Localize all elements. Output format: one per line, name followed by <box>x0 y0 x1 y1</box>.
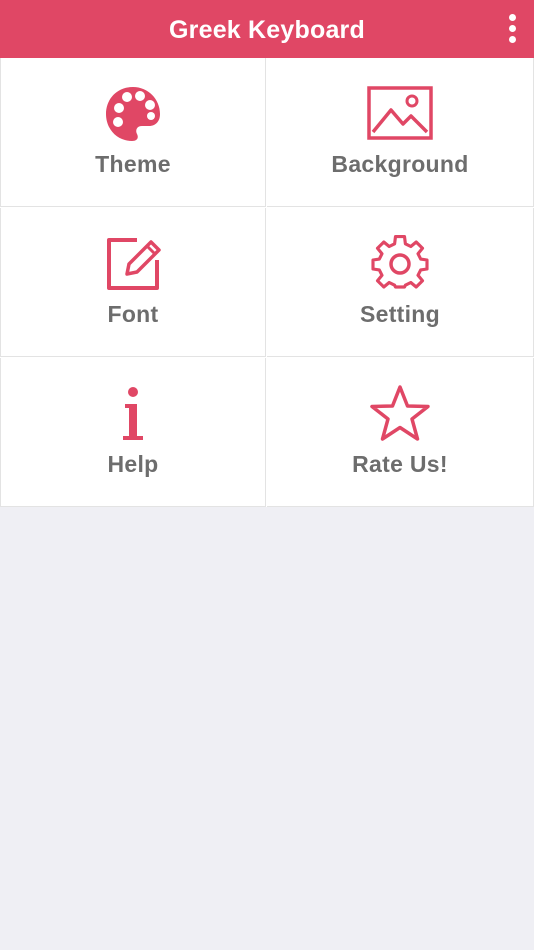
star-icon <box>267 384 533 444</box>
rate-tile[interactable]: Rate Us! <box>267 358 534 507</box>
help-label: Help <box>107 451 159 477</box>
menu-grid: Theme Background Font Setting Help Rate … <box>0 58 534 507</box>
font-tile[interactable]: Font <box>0 208 266 357</box>
image-icon <box>267 84 533 144</box>
setting-label: Setting <box>359 301 441 327</box>
more-vert-icon[interactable] <box>504 10 520 48</box>
theme-tile[interactable]: Theme <box>0 58 266 207</box>
gear-icon <box>267 234 533 294</box>
help-tile[interactable]: Help <box>0 358 266 507</box>
palette-icon <box>1 84 265 144</box>
info-icon <box>1 384 265 444</box>
theme-label: Theme <box>95 151 171 177</box>
rate-label: Rate Us! <box>352 451 448 477</box>
setting-tile[interactable]: Setting <box>267 208 534 357</box>
background-tile[interactable]: Background <box>267 58 534 207</box>
background-label: Background <box>331 151 469 177</box>
app-title: Greek Keyboard <box>169 16 365 44</box>
app-bar: Greek Keyboard <box>0 0 534 58</box>
edit-icon <box>1 234 265 294</box>
font-label: Font <box>107 301 159 327</box>
